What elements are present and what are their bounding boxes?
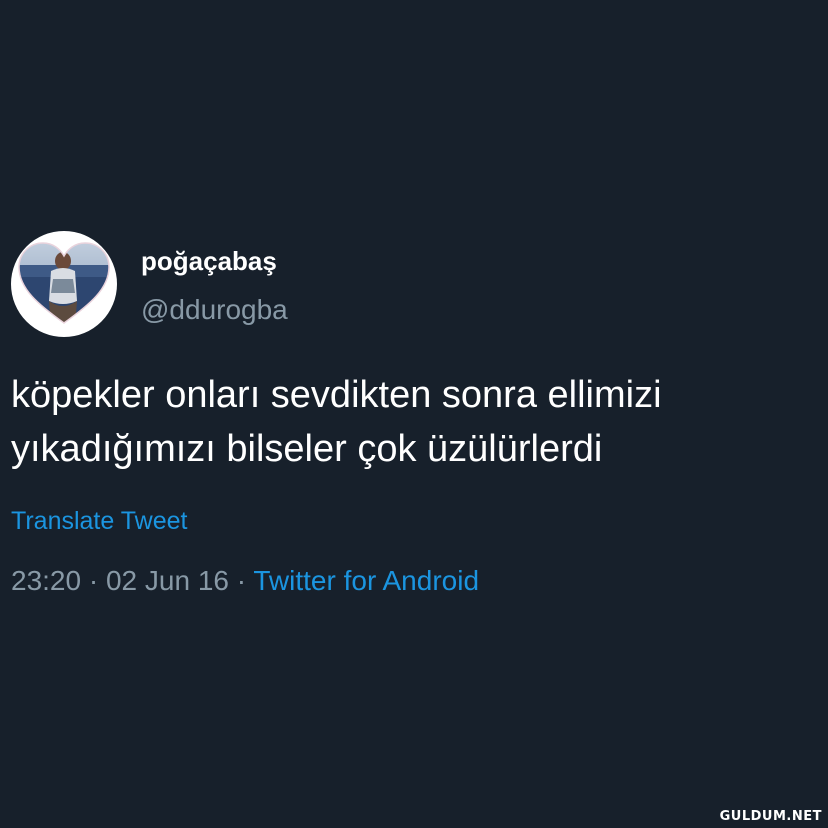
tweet-text-line: köpekler onları sevdikten sonra ellimizi <box>11 374 662 416</box>
tweet-metadata: 23:20 · 02 Jun 16 · Twitter for Android <box>11 565 479 597</box>
avatar-heart-photo-icon <box>18 242 110 324</box>
avatar[interactable] <box>11 231 117 337</box>
tweet-screenshot: poğaçabaş @ddurogba köpekler onları sevd… <box>0 0 828 828</box>
tweet-date[interactable]: 02 Jun 16 <box>106 565 229 596</box>
separator-dot: · <box>81 565 106 596</box>
user-handle[interactable]: @ddurogba <box>141 294 288 326</box>
source-link[interactable]: Twitter for Android <box>253 565 479 596</box>
separator-dot: · <box>228 565 254 596</box>
tweet-text-line: yıkadığımızı bilseler çok üzülürlerdi <box>11 428 603 470</box>
tweet-text: köpekler onları sevdikten sonra ellimizi… <box>11 368 811 476</box>
translate-tweet-link[interactable]: Translate Tweet <box>11 507 187 536</box>
watermark-logo: GULDUM.NET <box>719 809 822 824</box>
tweet-time[interactable]: 23:20 <box>11 565 81 596</box>
display-name[interactable]: poğaçabaş <box>141 246 277 277</box>
